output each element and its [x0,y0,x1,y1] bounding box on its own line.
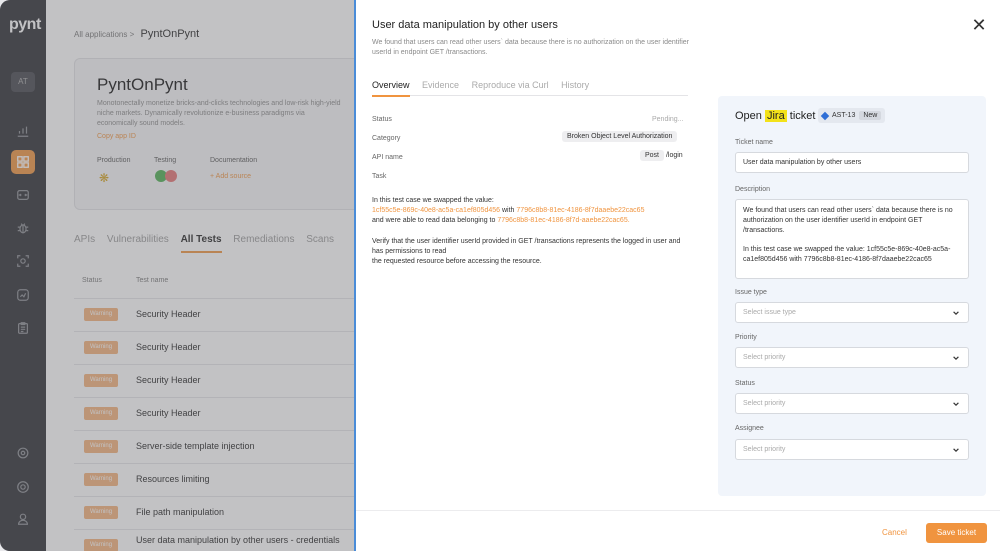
test-detail-drawer: User data manipulation by other users We… [354,0,1000,551]
api-path: /login [665,152,683,159]
status-select[interactable]: Select priority [735,393,969,414]
jira-diamond-icon [820,111,830,120]
chevron-down-icon [953,311,959,316]
ticket-state-badge: New [859,111,882,120]
drawer-title: User data manipulation by other users [372,19,558,31]
assignee-select[interactable]: Select priority [735,439,969,460]
tab-reproduce-curl[interactable]: Reproduce via Curl [472,80,549,95]
chevron-down-icon [953,402,959,407]
jira-panel-title: Open Jira ticket [735,110,816,122]
status-label: Status [372,116,392,123]
ticket-name-input[interactable]: User data manipulation by other users [735,152,969,173]
drawer-footer: Cancel Save ticket [356,510,1000,551]
priority-label: Priority [735,334,757,341]
modal-backdrop[interactable] [0,0,356,551]
drawer-description: We found that users can read other users… [372,39,690,56]
tab-overview[interactable]: Overview [372,80,410,97]
chevron-down-icon [953,356,959,361]
status-field-label: Status [735,380,755,387]
api-name-value: Post /login [640,150,683,161]
overview-details: In this test case we swapped the value: … [372,197,681,265]
swapped-value-c: 7796c8b8-81ec-4186-8f7d-aaebe22cac65. [497,217,630,224]
save-ticket-button[interactable]: Save ticket [926,523,987,543]
api-method-chip: Post [640,150,665,161]
tab-evidence[interactable]: Evidence [422,80,459,95]
issue-type-select[interactable]: Select issue type [735,302,969,323]
priority-select[interactable]: Select priority [735,347,969,368]
drawer-tabs: Overview Evidence Reproduce via Curl His… [372,80,688,97]
ticket-name-label: Ticket name [735,139,773,146]
category-label: Category [372,135,401,142]
task-label: Task [372,173,387,180]
close-icon[interactable]: ✕ [970,16,988,34]
assignee-label: Assignee [735,425,764,432]
api-name-label: API name [372,154,403,161]
description-label: Description [735,186,771,193]
tab-history[interactable]: History [561,80,589,95]
cancel-button[interactable]: Cancel [882,528,907,537]
chevron-down-icon [953,448,959,453]
category-value: Broken Object Level Authorization [562,131,678,142]
issue-type-label: Issue type [735,289,767,296]
ticket-id-chip: AST-13 New [818,108,886,123]
swapped-value-b: 7796c8b8-81ec-4186-8f7daaebe22cac65 [516,207,645,214]
status-value: Pending... [652,116,684,123]
description-textarea[interactable]: We found that users can read other users… [735,199,969,279]
jira-ticket-panel: Open Jira ticket AST-13 New Ticket name … [718,96,986,496]
swapped-value-a: 1cf55c5e-869c-40e8-ac5a-ca1ef805d456 [372,207,501,214]
